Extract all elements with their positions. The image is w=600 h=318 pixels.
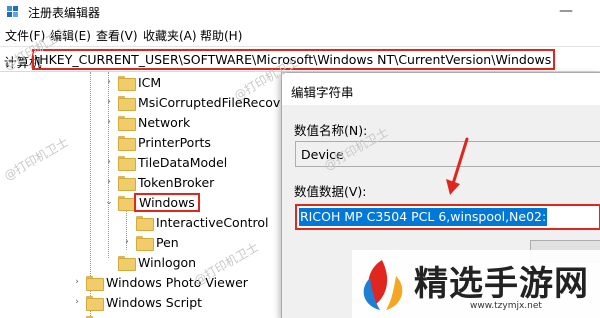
folder-icon bbox=[118, 196, 136, 211]
brand-logo-icon bbox=[363, 260, 403, 310]
tree-item-label: PrinterPorts bbox=[138, 135, 211, 150]
value-name-label: 数值名称(N): bbox=[294, 123, 368, 138]
brand-url: www.tzymjx.net bbox=[470, 301, 542, 311]
brand-name: 精选手游网 bbox=[414, 264, 589, 304]
tree-item-label: Windows Script bbox=[106, 295, 203, 310]
registry-editor-icon bbox=[7, 6, 18, 17]
chevron-right-icon[interactable]: › bbox=[104, 97, 114, 107]
chevron-right-icon[interactable]: › bbox=[104, 157, 114, 167]
folder-icon bbox=[86, 276, 104, 291]
title-bar: 注册表编辑器 — bbox=[0, 0, 600, 24]
folder-icon bbox=[136, 216, 154, 231]
folder-icon bbox=[118, 156, 136, 171]
menu-file[interactable]: 文件(F) bbox=[5, 27, 45, 44]
folder-icon bbox=[118, 176, 136, 191]
chevron-right-icon[interactable]: › bbox=[72, 277, 82, 287]
registry-tree[interactable]: › ICM › MsiCorruptedFileRecover › Networ… bbox=[0, 72, 290, 318]
address-path[interactable]: \HKEY_CURRENT_USER\SOFTWARE\Microsoft\Wi… bbox=[32, 49, 556, 70]
menu-favorites[interactable]: 收藏夹(A) bbox=[143, 27, 197, 44]
chevron-right-icon[interactable]: › bbox=[122, 237, 132, 247]
chevron-right-icon[interactable]: › bbox=[104, 117, 114, 127]
folder-icon bbox=[118, 256, 136, 271]
value-data-label: 数值数据(V): bbox=[294, 184, 367, 199]
menu-edit[interactable]: 编辑(E) bbox=[50, 27, 91, 44]
folder-icon bbox=[118, 136, 136, 151]
tree-item-label: Windows Photo Viewer bbox=[106, 275, 248, 290]
tree-item-label: MsiCorruptedFileRecover bbox=[138, 95, 290, 110]
chevron-right-icon[interactable]: › bbox=[72, 297, 82, 307]
tree-item-label: Windows bbox=[134, 193, 200, 212]
folder-icon bbox=[136, 236, 154, 251]
menu-view[interactable]: 查看(V) bbox=[96, 27, 138, 44]
tree-item-label: Winlogon bbox=[138, 255, 197, 270]
menu-bar: 文件(F) 编辑(E) 查看(V) 收藏夹(A) 帮助(H) bbox=[0, 24, 600, 46]
minimize-button[interactable]: — bbox=[546, 0, 586, 24]
chevron-right-icon[interactable]: › bbox=[104, 177, 114, 187]
tree-item-label: Network bbox=[138, 115, 191, 130]
menu-help[interactable]: 帮助(H) bbox=[200, 27, 242, 44]
dialog-title: 编辑字符串 bbox=[282, 73, 600, 105]
value-data-text: RICOH MP C3504 PCL 6,winspool,Ne02: bbox=[299, 208, 548, 226]
folder-icon bbox=[118, 116, 136, 131]
window-title: 注册表编辑器 bbox=[28, 6, 101, 20]
chevron-right-icon[interactable]: › bbox=[104, 77, 114, 87]
folder-icon bbox=[118, 96, 136, 111]
tree-item-label: ICM bbox=[138, 75, 162, 90]
chevron-down-icon[interactable]: ⌄ bbox=[104, 197, 114, 207]
folder-icon bbox=[118, 76, 136, 91]
tree-item-label: TileDataModel bbox=[138, 155, 228, 170]
tree-item-label: InteractiveControl bbox=[156, 215, 269, 230]
tree-item-label: Pen bbox=[156, 235, 179, 250]
tree-item-label: TokenBroker bbox=[138, 175, 215, 190]
folder-icon bbox=[86, 296, 104, 311]
brand-overlay: 精选手游网 www.tzymjx.net bbox=[352, 250, 600, 318]
value-data-field[interactable]: RICOH MP C3504 PCL 6,winspool,Ne02: bbox=[295, 204, 600, 230]
arrow-annotation-icon bbox=[446, 137, 469, 195]
address-bar[interactable]: 计算机 \HKEY_CURRENT_USER\SOFTWARE\Microsof… bbox=[0, 46, 600, 72]
